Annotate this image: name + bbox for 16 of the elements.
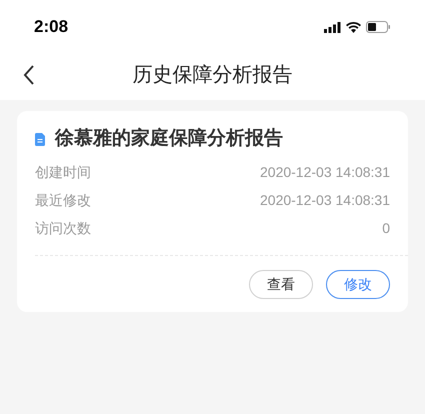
view-button[interactable]: 查看 [249, 270, 313, 298]
report-title: 徐慕雅的家庭保障分析报告 [55, 126, 283, 151]
page-title: 历史保障分析报告 [132, 63, 292, 88]
document-icon [35, 132, 45, 146]
info-label: 创建时间 [35, 163, 91, 182]
info-label: 访问次数 [35, 219, 91, 238]
info-value: 2020-12-03 14:08:31 [260, 163, 390, 182]
status-time: 2:08 [34, 16, 68, 38]
wifi-icon [346, 22, 361, 32]
info-value: 2020-12-03 14:08:31 [260, 191, 390, 210]
edit-button[interactable]: 修改 [326, 270, 390, 298]
back-icon [23, 65, 35, 85]
signal-icon [324, 22, 341, 32]
info-label: 最近修改 [35, 191, 91, 210]
info-value: 0 [382, 219, 390, 238]
battery-icon [366, 21, 391, 33]
